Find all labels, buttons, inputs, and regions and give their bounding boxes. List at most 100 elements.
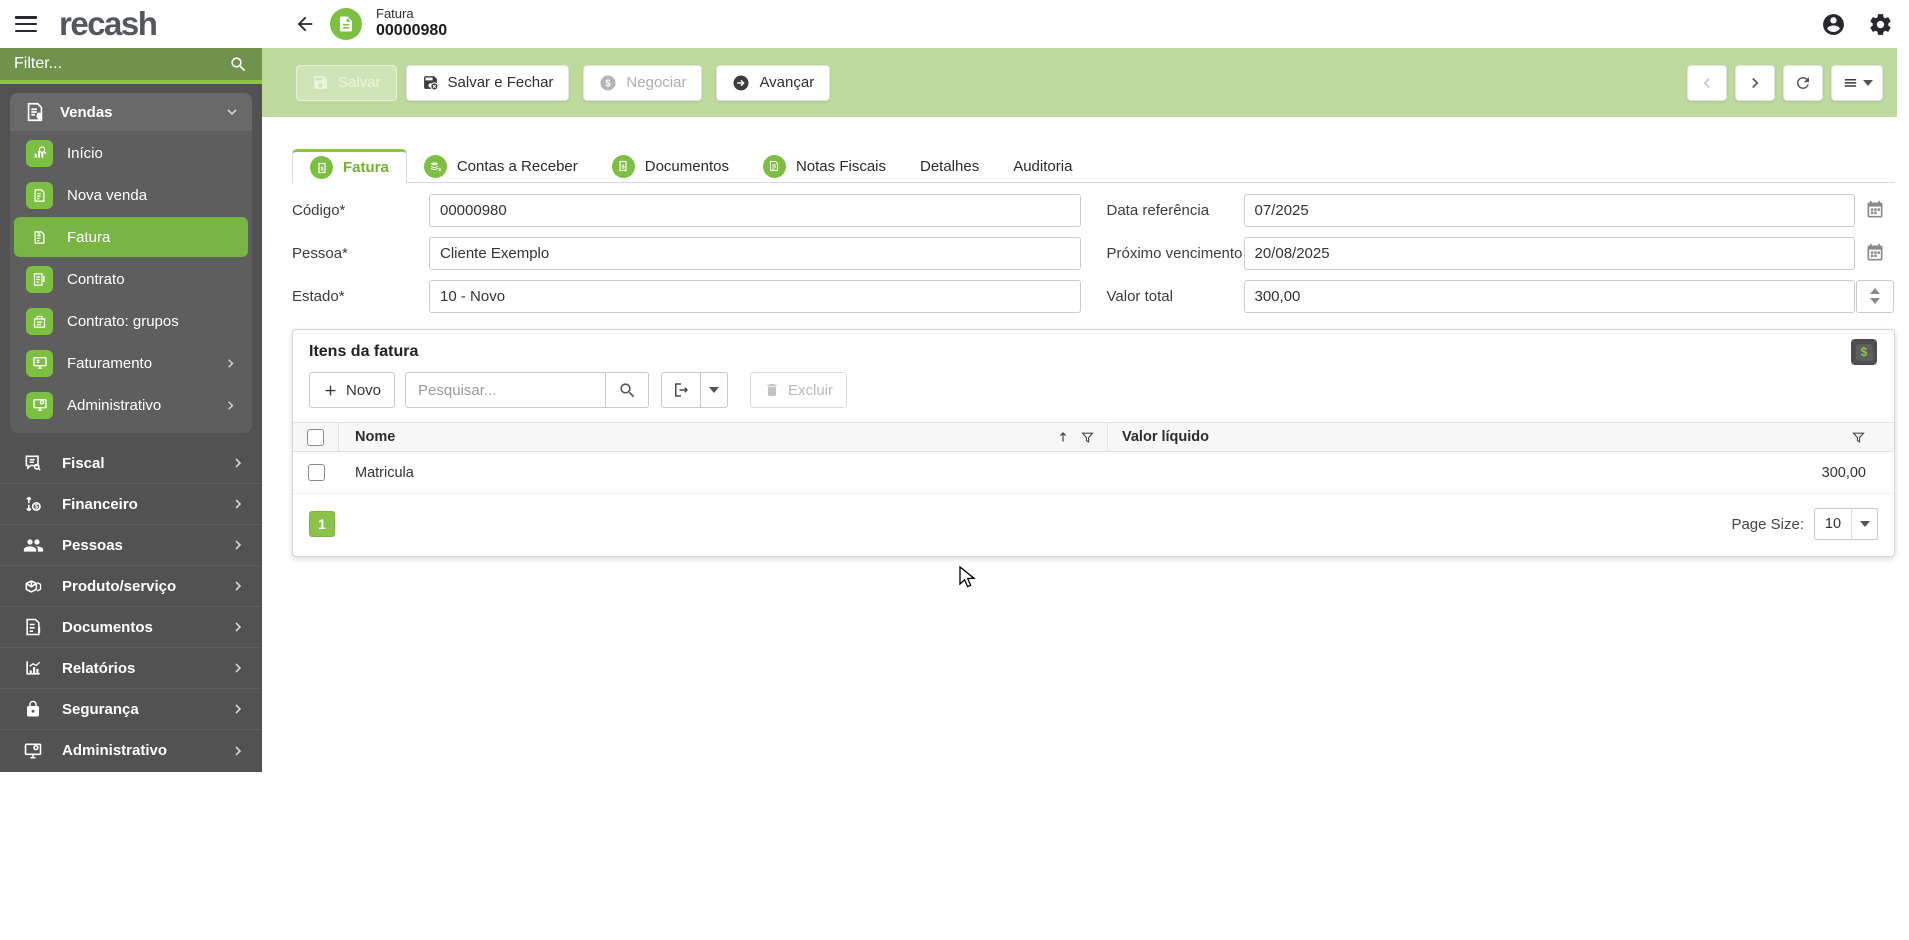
calendar-icon[interactable]: [1865, 243, 1885, 263]
valor-total-stepper[interactable]: [1856, 279, 1894, 313]
stepper-up-icon[interactable]: [1870, 288, 1880, 294]
sidebar-item-administrativo[interactable]: Administrativo: [0, 730, 262, 771]
sidebar-filter: [0, 48, 262, 84]
sidebar-item-relatorios[interactable]: Relatórios: [0, 648, 262, 689]
page-1-button[interactable]: 1: [309, 511, 335, 537]
sidebar-item-nova-venda[interactable]: Nova venda: [14, 175, 248, 215]
chevron-right-icon: [235, 499, 242, 509]
proximo-vencimento-label: Próximo vencimento: [1106, 244, 1243, 262]
action-toolbar: Salvar Salvar e Fechar $ Negociar Avança…: [262, 48, 1897, 117]
column-header-valor: Valor líquido: [1122, 429, 1210, 445]
tab-contas-a-receber[interactable]: $ Contas a Receber: [407, 150, 595, 182]
valor-total-label: Valor total: [1106, 287, 1173, 305]
contract-doc-icon: [26, 265, 53, 293]
dollar-circle-icon: $: [600, 75, 616, 90]
user-account-icon[interactable]: [1821, 12, 1846, 37]
product-icon: [20, 576, 46, 596]
search-icon[interactable]: [229, 55, 248, 74]
sidebar-group-header-vendas[interactable]: $ Vendas: [10, 93, 252, 131]
calendar-icon[interactable]: [1865, 200, 1885, 220]
svg-text:$: $: [37, 231, 40, 237]
tab-documentos[interactable]: $ Documentos: [595, 150, 746, 182]
sidebar: $ Vendas Início Nova venda $ Fatura: [0, 48, 262, 772]
pessoa-field[interactable]: [429, 236, 1081, 270]
back-arrow-icon[interactable]: [294, 13, 316, 35]
export-dropdown-button[interactable]: [701, 372, 729, 408]
main-area: Salvar Salvar e Fechar $ Negociar Avança…: [262, 48, 1909, 940]
estado-field[interactable]: [429, 279, 1081, 313]
export-button[interactable]: [661, 372, 702, 408]
advance-button[interactable]: Avançar: [716, 64, 831, 101]
filter-input[interactable]: [14, 55, 229, 73]
page-header: Fatura 00000980: [294, 0, 447, 48]
stepper-down-icon[interactable]: [1870, 298, 1880, 304]
table-row[interactable]: Matricula 300,00: [293, 452, 1894, 494]
fiscal-notes-tab-icon: [762, 154, 786, 178]
tab-detalhes[interactable]: Detalhes: [903, 150, 996, 182]
tab-auditoria[interactable]: Auditoria: [996, 150, 1089, 182]
sidebar-item-administrativo-vendas[interactable]: Administrativo: [14, 385, 248, 425]
settings-gear-icon[interactable]: [1868, 12, 1893, 37]
column-header-nome: Nome: [355, 429, 396, 445]
panel-currency-button[interactable]: $: [1851, 339, 1877, 365]
chevron-right-icon: [228, 358, 234, 368]
chevron-right-icon: [235, 622, 242, 632]
page-title: Fatura: [376, 6, 414, 22]
sidebar-item-fiscal[interactable]: Fiscal: [0, 443, 262, 484]
estado-label: Estado*: [292, 287, 345, 305]
tab-fatura[interactable]: $ Fatura: [292, 149, 407, 183]
new-item-button[interactable]: Novo: [309, 372, 396, 408]
negotiate-button[interactable]: $ Negociar: [583, 64, 703, 101]
sidebar-item-contrato[interactable]: Contrato: [14, 259, 248, 299]
sidebar-group-label: Vendas: [60, 103, 113, 121]
invoice-tab-icon: $: [310, 156, 333, 179]
sidebar-item-contrato-grupos[interactable]: Contrato: grupos: [14, 301, 248, 341]
sort-asc-icon[interactable]: [1056, 430, 1070, 444]
refresh-button[interactable]: [1783, 64, 1823, 101]
more-menu-button[interactable]: [1831, 64, 1883, 101]
sidebar-item-financeiro[interactable]: $ Financeiro: [0, 484, 262, 525]
invoice-doc-icon: [330, 8, 362, 40]
trash-icon: [767, 384, 777, 396]
sidebar-item-seguranca[interactable]: Segurança: [0, 689, 262, 730]
data-referencia-label: Data referência: [1106, 201, 1210, 219]
row-checkbox[interactable]: [307, 464, 325, 481]
menu-lines-icon: [1844, 78, 1856, 87]
items-search-input[interactable]: [405, 372, 606, 408]
delete-item-button[interactable]: Excluir: [750, 372, 848, 408]
next-record-button[interactable]: [1735, 64, 1775, 101]
sidebar-item-documentos[interactable]: Documentos: [0, 607, 262, 648]
sidebar-item-produto-servico[interactable]: Produto/serviço: [0, 566, 262, 607]
save-close-button[interactable]: Salvar e Fechar: [405, 64, 570, 101]
chevron-right-icon: [235, 458, 242, 468]
select-all-checkbox[interactable]: [307, 428, 324, 446]
previous-record-button[interactable]: [1687, 64, 1727, 101]
export-icon: [675, 383, 689, 397]
svg-text:$: $: [438, 166, 441, 172]
filter-funnel-icon[interactable]: [1080, 430, 1095, 445]
documents-icon: [20, 617, 46, 637]
finance-icon: $: [20, 494, 46, 514]
codigo-field[interactable]: [429, 193, 1081, 227]
contract-groups-icon: [26, 307, 53, 335]
tab-notas-fiscais[interactable]: Notas Fiscais: [746, 150, 903, 182]
page-size-select[interactable]: 10: [1814, 508, 1878, 540]
menu-hamburger-icon[interactable]: [15, 16, 37, 32]
filter-funnel-icon[interactable]: [1851, 430, 1866, 445]
items-toolbar: Novo Excl: [293, 372, 1894, 422]
sidebar-item-fatura[interactable]: $ Fatura: [14, 217, 248, 257]
home-chart-icon: [26, 139, 53, 167]
items-panel-title: Itens da fatura: [309, 343, 419, 360]
valor-total-field[interactable]: [1243, 279, 1855, 313]
app-logo: recash: [59, 5, 158, 42]
save-button[interactable]: Salvar: [296, 64, 397, 101]
new-sale-doc-icon: [26, 181, 53, 209]
chevron-right-icon: [235, 540, 242, 550]
items-search-button[interactable]: [605, 372, 650, 408]
sidebar-item-faturamento[interactable]: Faturamento: [14, 343, 248, 383]
chevron-right-icon: [235, 581, 242, 591]
sidebar-item-pessoas[interactable]: Pessoas: [0, 525, 262, 566]
sidebar-item-inicio[interactable]: Início: [14, 133, 248, 173]
data-referencia-field[interactable]: [1243, 193, 1855, 227]
proximo-vencimento-field[interactable]: [1243, 236, 1855, 270]
